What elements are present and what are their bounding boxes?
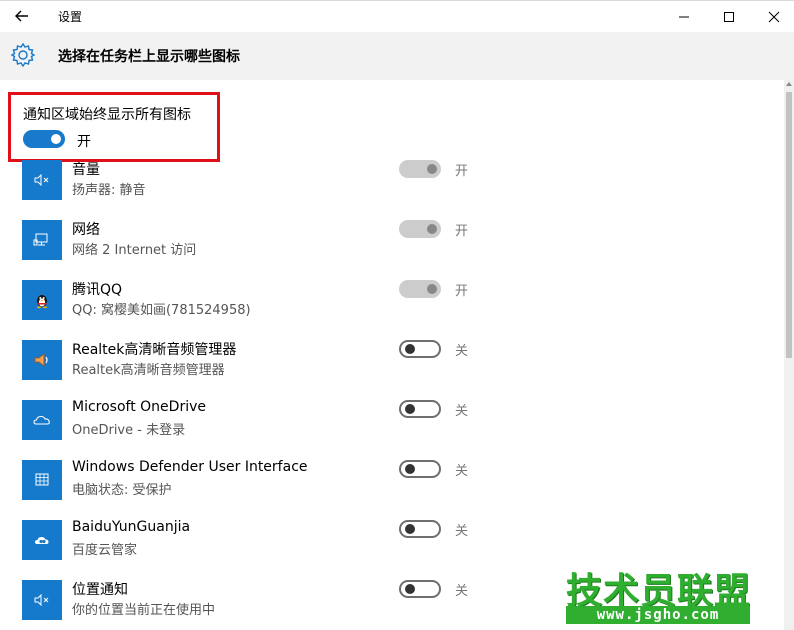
list-item: 网络 网络 2 Internet 访问 开: [0, 210, 784, 270]
page-header: 选择在任务栏上显示哪些图标: [0, 32, 794, 80]
baidu-cloud-icon: [22, 520, 62, 560]
item-subtitle: 你的位置当前正在使用中: [72, 603, 216, 618]
item-title: 网络: [72, 222, 100, 238]
speaker-muted-icon: [22, 580, 62, 620]
item-subtitle: 扬声器: 静音: [72, 183, 146, 198]
close-button[interactable]: [751, 1, 794, 33]
master-toggle-state: 开: [77, 134, 91, 150]
speaker-muted-icon: [22, 160, 62, 200]
item-title: 腾讯QQ: [72, 282, 123, 298]
watermark-url: www.jsgho.com: [566, 606, 750, 624]
item-subtitle: OneDrive - 未登录: [72, 423, 186, 438]
item-toggle-state: 开: [455, 284, 469, 299]
item-toggle[interactable]: [399, 520, 441, 538]
settings-content: 通知区域始终显示所有图标 开 音量 扬声器: 静音 开 网络 网络 2 Inte…: [0, 80, 784, 630]
app-title: 设置: [58, 10, 83, 24]
item-toggle[interactable]: [399, 160, 441, 178]
gear-icon: [10, 42, 36, 68]
item-toggle-state: 开: [455, 164, 469, 179]
list-item: Realtek高清晰音频管理器 Realtek高清晰音频管理器 关: [0, 330, 784, 390]
list-item: BaiduYunGuanjia 百度云管家 关: [0, 510, 784, 570]
item-toggle[interactable]: [399, 400, 441, 418]
item-title: BaiduYunGuanjia: [72, 519, 191, 535]
item-toggle-state: 开: [455, 224, 469, 239]
master-toggle-label: 通知区域始终显示所有图标: [23, 107, 191, 123]
item-toggle[interactable]: [399, 580, 441, 598]
item-toggle-state: 关: [455, 464, 469, 479]
network-icon: [22, 220, 62, 260]
item-subtitle: QQ: 窝樱美如画(781524958): [72, 303, 251, 318]
title-bar: 设置: [0, 0, 794, 32]
item-toggle-state: 关: [455, 524, 469, 539]
item-subtitle: 百度云管家: [72, 543, 138, 558]
item-toggle[interactable]: [399, 280, 441, 298]
minimize-button[interactable]: [661, 1, 707, 33]
item-toggle[interactable]: [399, 340, 441, 358]
item-title: 音量: [72, 162, 100, 178]
list-item: 腾讯QQ QQ: 窝樱美如画(781524958) 开: [0, 270, 784, 330]
list-item: Microsoft OneDrive OneDrive - 未登录 关: [0, 390, 784, 450]
qq-penguin-icon: [22, 280, 62, 320]
defender-icon: [22, 460, 62, 500]
maximize-button[interactable]: [706, 1, 752, 33]
back-button[interactable]: [10, 4, 34, 28]
item-toggle-state: 关: [455, 584, 469, 599]
list-item: Windows Defender User Interface 电脑状态: 受保…: [0, 450, 784, 510]
close-icon: [768, 11, 780, 23]
item-subtitle: Realtek高清晰音频管理器: [72, 363, 225, 378]
item-subtitle: 电脑状态: 受保护: [72, 483, 172, 498]
realtek-speaker-icon: [22, 340, 62, 380]
item-toggle[interactable]: [399, 460, 441, 478]
item-subtitle: 网络 2 Internet 访问: [72, 243, 197, 258]
maximize-icon: [724, 12, 734, 22]
page-title: 选择在任务栏上显示哪些图标: [58, 49, 240, 65]
scroll-up-arrow-icon[interactable]: [786, 82, 792, 86]
always-show-all-icons-toggle[interactable]: [23, 130, 65, 148]
item-title: Microsoft OneDrive: [72, 399, 206, 415]
arrow-left-icon: [15, 10, 28, 22]
vertical-scrollbar[interactable]: [784, 80, 794, 630]
item-title: 位置通知: [72, 582, 128, 598]
item-toggle-state: 关: [455, 404, 469, 419]
list-item: 音量 扬声器: 静音 开: [0, 150, 784, 210]
item-toggle-state: 关: [455, 344, 469, 359]
item-title: Windows Defender User Interface: [72, 459, 308, 475]
onedrive-cloud-icon: [22, 400, 62, 440]
item-toggle[interactable]: [399, 220, 441, 238]
site-watermark: 技术员联盟 www.jsgho.com: [566, 562, 750, 626]
scroll-thumb[interactable]: [786, 92, 792, 358]
item-title: Realtek高清晰音频管理器: [72, 342, 237, 358]
minimize-icon: [679, 16, 689, 18]
